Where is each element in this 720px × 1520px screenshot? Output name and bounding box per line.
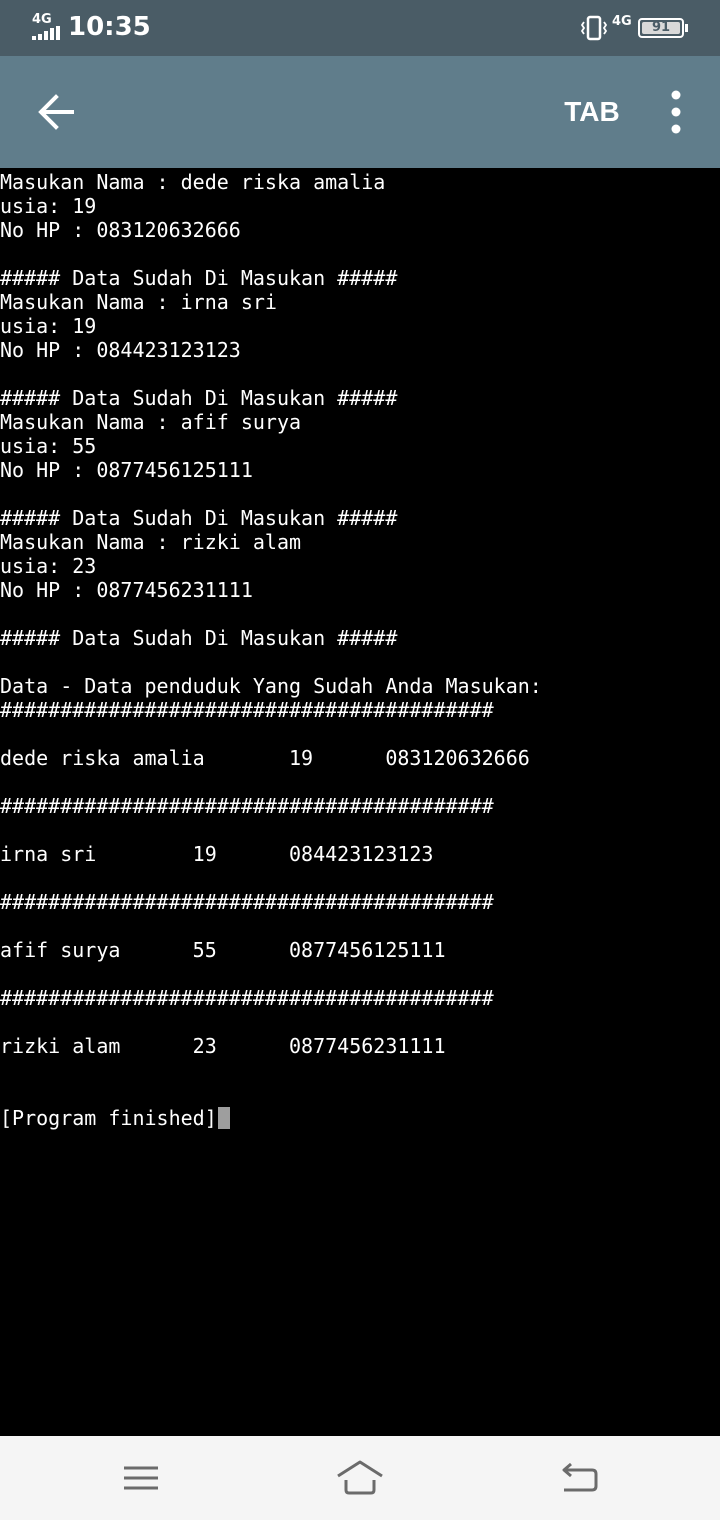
- terminal-line: Masukan Nama : dede riska amalia: [0, 170, 386, 194]
- battery-level: 91: [651, 20, 671, 35]
- terminal-line: rizki alam 23 0877456231111: [0, 1034, 446, 1058]
- home-icon[interactable]: [334, 1456, 386, 1500]
- status-bar: 4G 10:35 4G 91: [0, 0, 720, 56]
- more-vertical-icon[interactable]: [656, 86, 696, 138]
- terminal-line: [Program finished]: [0, 1106, 720, 1130]
- terminal-line: Data - Data penduduk Yang Sudah Anda Mas…: [0, 674, 542, 698]
- terminal-line: Masukan Nama : irna sri: [0, 290, 277, 314]
- terminal-line: usia: 19: [0, 314, 97, 338]
- terminal-line: ########################################…: [0, 890, 494, 914]
- terminal-line: ##### Data Sudah Di Masukan #####: [0, 386, 398, 410]
- terminal-cursor: [217, 1107, 230, 1129]
- navigation-bar: [0, 1436, 720, 1520]
- terminal-line: ########################################…: [0, 986, 494, 1010]
- terminal-line: ########################################…: [0, 794, 494, 818]
- terminal-line: ########################################…: [0, 698, 494, 722]
- terminal-line: No HP : 0877456125111: [0, 458, 253, 482]
- terminal-line: ##### Data Sudah Di Masukan #####: [0, 266, 398, 290]
- back-icon[interactable]: [556, 1458, 602, 1498]
- clock-time: 10:35: [68, 12, 151, 42]
- arrow-left-icon[interactable]: [28, 84, 84, 140]
- terminal-line: usia: 19: [0, 194, 97, 218]
- terminal-line: Masukan Nama : afif surya: [0, 410, 302, 434]
- terminal-line: Masukan Nama : rizki alam: [0, 530, 302, 554]
- terminal-line: No HP : 084423123123: [0, 338, 241, 362]
- tab-button[interactable]: TAB: [556, 92, 628, 132]
- terminal-line: dede riska amalia 19 083120632666: [0, 746, 530, 770]
- terminal-line: No HP : 083120632666: [0, 218, 241, 242]
- network-type-right: 4G: [612, 14, 632, 29]
- terminal-line: No HP : 0877456231111: [0, 578, 253, 602]
- menu-lines-icon[interactable]: [118, 1458, 164, 1498]
- terminal-line: afif surya 55 0877456125111: [0, 938, 446, 962]
- battery-icon: 91: [638, 18, 688, 38]
- vibrate-icon: [580, 15, 608, 41]
- terminal-line: ##### Data Sudah Di Masukan #####: [0, 626, 398, 650]
- signal-icon: 4G: [30, 12, 62, 40]
- terminal-line: usia: 23: [0, 554, 97, 578]
- terminal-line: usia: 55: [0, 434, 97, 458]
- terminal-line: ##### Data Sudah Di Masukan #####: [0, 506, 398, 530]
- app-bar: TAB: [0, 56, 720, 168]
- network-type-left: 4G: [32, 12, 52, 27]
- terminal-line: irna sri 19 084423123123: [0, 842, 434, 866]
- terminal-output[interactable]: Masukan Nama : dede riska amalia usia: 19…: [0, 170, 720, 1434]
